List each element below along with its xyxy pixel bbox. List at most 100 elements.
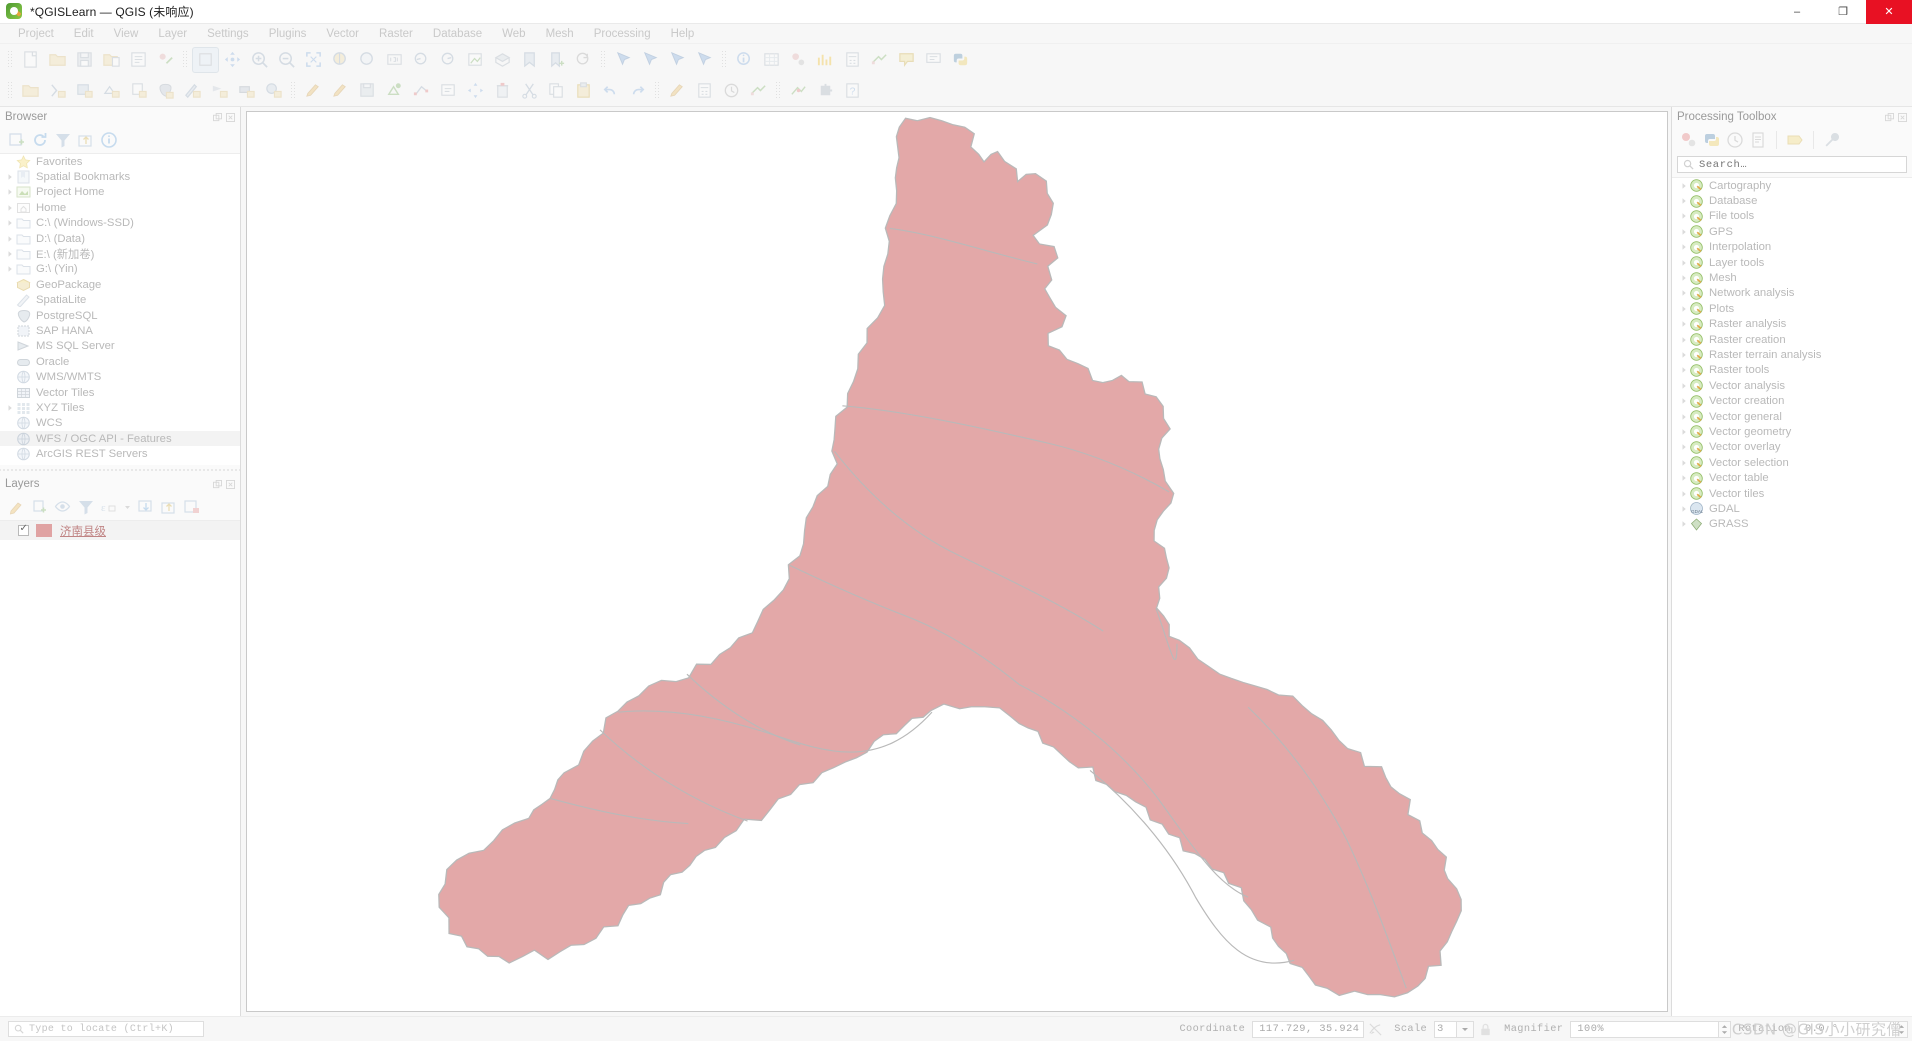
style-manager-button[interactable] — [152, 47, 179, 73]
expand-arrow-icon[interactable] — [1678, 257, 1690, 269]
menu-raster[interactable]: Raster — [369, 28, 423, 40]
layers-tree[interactable]: 济南县级 — [0, 520, 240, 1016]
zoom-out-button[interactable] — [273, 47, 300, 73]
add-mssql-layer-button[interactable] — [206, 78, 233, 104]
save-project-as-button[interactable] — [98, 47, 125, 73]
text-annotation-button[interactable] — [920, 47, 947, 73]
layer-styling-panel-button[interactable] — [664, 78, 691, 104]
add-oracle-layer-button[interactable] — [233, 78, 260, 104]
expand-arrow-icon[interactable] — [1678, 210, 1690, 222]
menu-processing[interactable]: Processing — [584, 28, 661, 40]
temporal-controller-button[interactable] — [718, 78, 745, 104]
select-by-expression-button[interactable] — [691, 47, 718, 73]
identify-features-button[interactable] — [731, 47, 758, 73]
processing-provider-vector-table[interactable]: Vector table — [1672, 470, 1912, 485]
browser-item-arcgis-rest-servers[interactable]: ArcGIS REST Servers — [0, 446, 240, 461]
browser-item-oracle[interactable]: Oracle — [0, 354, 240, 369]
chevron-down-icon[interactable] — [123, 498, 132, 516]
rotation-stepper[interactable] — [1895, 1020, 1908, 1038]
processing-provider-raster-creation[interactable]: Raster creation — [1672, 332, 1912, 347]
magnifier-value[interactable]: 100% — [1570, 1020, 1719, 1038]
measure-line-button[interactable] — [866, 47, 893, 73]
expand-arrow-icon[interactable] — [1678, 411, 1690, 423]
processing-provider-plots[interactable]: Plots — [1672, 301, 1912, 316]
open-layer-styling-icon[interactable] — [8, 498, 26, 516]
georeferencer-button[interactable] — [785, 78, 812, 104]
processing-provider-vector-geometry[interactable]: Vector geometry — [1672, 424, 1912, 439]
browser-item-g-yin[interactable]: G:\ (Yin) — [0, 262, 240, 277]
browser-item-sap-hana[interactable]: SAP HANA — [0, 323, 240, 338]
expand-all-icon[interactable] — [137, 498, 155, 516]
rotation-value[interactable]: 0.0 ° — [1798, 1020, 1895, 1038]
processing-search-input[interactable] — [1699, 158, 1901, 171]
show-bookmarks-button[interactable] — [516, 47, 543, 73]
save-project-button[interactable] — [71, 47, 98, 73]
select-by-value-button[interactable] — [637, 47, 664, 73]
menu-settings[interactable]: Settings — [197, 28, 259, 40]
expand-arrow-icon[interactable] — [4, 186, 16, 198]
select-features-button[interactable] — [610, 47, 637, 73]
browser-item-xyz-tiles[interactable]: XYZ Tiles — [0, 400, 240, 415]
save-layer-edits-button[interactable] — [354, 78, 381, 104]
processing-provider-raster-tools[interactable]: Raster tools — [1672, 363, 1912, 378]
expand-arrow-icon[interactable] — [1678, 488, 1690, 500]
expand-arrow-icon[interactable] — [4, 263, 16, 275]
undo-button[interactable] — [597, 78, 624, 104]
toggle-extents-icon[interactable] — [1368, 1022, 1383, 1037]
new-print-layout-button[interactable] — [125, 47, 152, 73]
add-postgis-layer-button[interactable] — [152, 78, 179, 104]
menu-vector[interactable]: Vector — [316, 28, 369, 40]
processing-provider-vector-tiles[interactable]: Vector tiles — [1672, 486, 1912, 501]
expand-arrow-icon[interactable] — [4, 217, 16, 229]
browser-item-wms-wmts[interactable]: WMS/WMTS — [0, 369, 240, 384]
toolbar-grip[interactable] — [600, 50, 607, 69]
zoom-next-button[interactable] — [435, 47, 462, 73]
browser-item-postgresql[interactable]: PostgreSQL — [0, 308, 240, 323]
browser-item-home[interactable]: Home — [0, 200, 240, 215]
browser-item-wfs-ogc-api-features[interactable]: WFS / OGC API - Features — [0, 431, 240, 447]
open-data-source-manager-button[interactable] — [17, 78, 44, 104]
redo-button[interactable] — [624, 78, 651, 104]
new-map-view-button[interactable] — [462, 47, 489, 73]
pan-to-selection-button[interactable] — [219, 47, 246, 73]
expand-arrow-icon[interactable] — [1678, 195, 1690, 207]
zoom-native-button[interactable] — [381, 47, 408, 73]
current-edits-button[interactable] — [300, 78, 327, 104]
open-project-button[interactable] — [44, 47, 71, 73]
new-project-button[interactable] — [17, 47, 44, 73]
new-3d-map-view-button[interactable] — [489, 47, 516, 73]
expand-arrow-icon[interactable] — [1678, 334, 1690, 346]
lock-icon[interactable] — [1478, 1022, 1493, 1037]
layer-list-item[interactable]: 济南县级 — [0, 521, 240, 540]
add-spatialite-layer-button[interactable] — [179, 78, 206, 104]
processing-search-box[interactable] — [1677, 156, 1907, 173]
deselect-features-button[interactable] — [664, 47, 691, 73]
processing-provider-grass[interactable]: GRASS — [1672, 517, 1912, 532]
cut-features-button[interactable] — [516, 78, 543, 104]
add-vector-layer-button[interactable] — [44, 78, 71, 104]
enable-properties-widget-icon[interactable] — [100, 131, 118, 149]
expand-arrow-icon[interactable] — [4, 202, 16, 214]
models-icon[interactable] — [1680, 131, 1698, 149]
collapse-all-icon[interactable] — [77, 131, 95, 149]
open-field-calculator-button[interactable] — [691, 78, 718, 104]
expand-arrow-icon[interactable] — [1678, 364, 1690, 376]
browser-item-e[interactable]: E:\ (新加卷) — [0, 246, 240, 261]
expand-arrow-icon[interactable] — [1678, 241, 1690, 253]
expand-arrow-icon[interactable] — [1678, 287, 1690, 299]
expand-arrow-icon[interactable] — [1678, 180, 1690, 192]
toggle-editing-button[interactable] — [327, 78, 354, 104]
zoom-to-selection-button[interactable] — [327, 47, 354, 73]
expand-arrow-icon[interactable] — [1678, 426, 1690, 438]
refresh-button[interactable] — [570, 47, 597, 73]
close-panel-icon[interactable] — [1898, 112, 1907, 122]
expand-arrow-icon[interactable] — [1678, 318, 1690, 330]
expand-arrow-icon[interactable] — [1678, 457, 1690, 469]
add-feature-button[interactable] — [381, 78, 408, 104]
close-panel-icon[interactable] — [226, 479, 235, 489]
copy-features-button[interactable] — [543, 78, 570, 104]
results-viewer-icon[interactable] — [1749, 131, 1767, 149]
menu-layer[interactable]: Layer — [148, 28, 197, 40]
python-console-button[interactable] — [947, 47, 974, 73]
processing-provider-raster-analysis[interactable]: Raster analysis — [1672, 317, 1912, 332]
